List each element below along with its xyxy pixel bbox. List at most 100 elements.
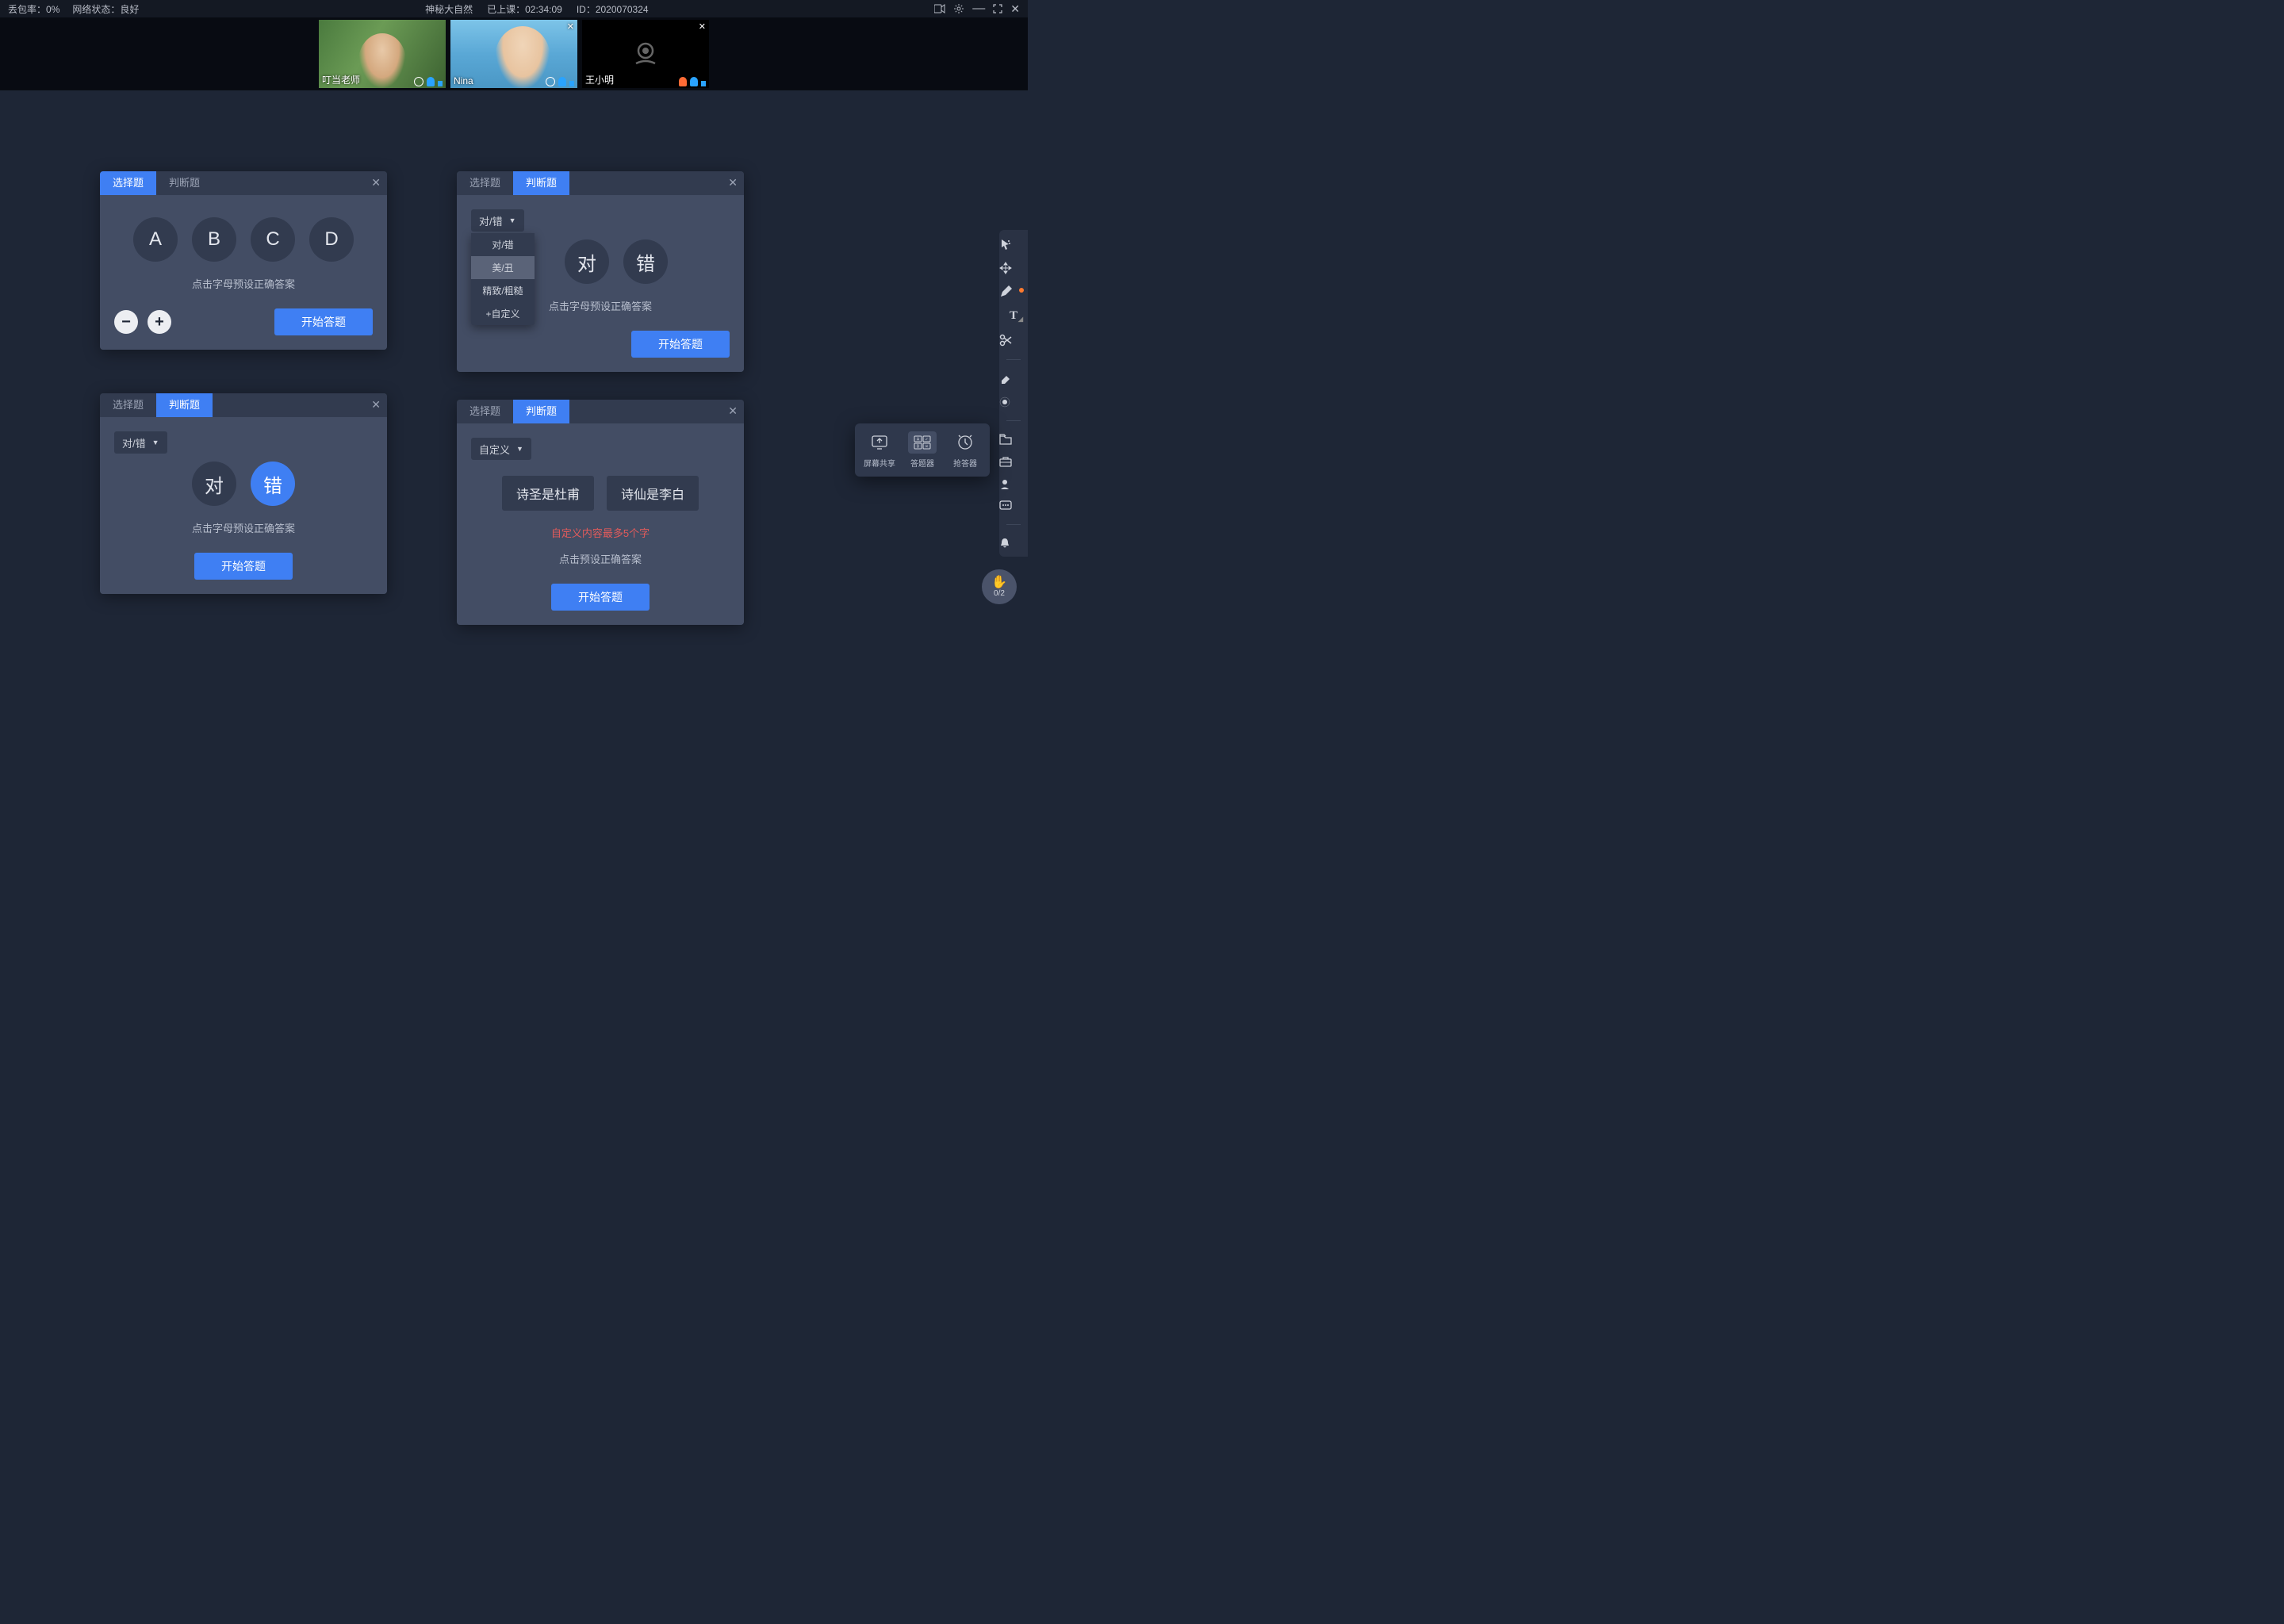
dropdown-item[interactable]: 精致/粗糙 <box>471 279 535 302</box>
maximize-icon[interactable] <box>993 4 1002 13</box>
elapsed-time: 已上课：02:34:09 <box>487 2 562 16</box>
text-tool-icon[interactable]: T◢ <box>999 309 1028 323</box>
card-close-icon[interactable]: ✕ <box>371 176 381 190</box>
class-title: 神秘大自然 <box>425 2 473 16</box>
user-tool-icon[interactable] <box>999 478 1028 489</box>
option-a[interactable]: A <box>133 217 178 262</box>
bell-tool-icon[interactable] <box>999 538 1028 549</box>
toolbar-separator <box>1006 359 1021 360</box>
quiz-card-judge-dropdown: 选择题 判断题 ✕ 对/错 ▼ 对/错 美/丑 精致/粗糙 +自定义 对 错 点… <box>457 171 744 372</box>
video-strip: 叮当老师 ✕ Nina ✕ 王小明 <box>0 17 1028 90</box>
workspace: 选择题 判断题 ✕ A B C D 点击字母预设正确答案 − + 开始答题 选择… <box>0 90 1028 730</box>
custom-option[interactable]: 诗圣是杜甫 <box>502 476 594 511</box>
quiz-tool-label: 答题器 <box>906 457 939 469</box>
status-ring-icon <box>546 77 555 86</box>
dropdown-item[interactable]: 美/丑 <box>471 256 535 279</box>
participant-tile[interactable]: ✕ Nina <box>450 20 577 88</box>
quiz-tool-button[interactable]: A✓B✕ 答题器 <box>906 431 939 469</box>
svg-text:✓: ✓ <box>925 438 928 442</box>
select-value: 自定义 <box>479 442 510 457</box>
camera-off-icon <box>630 38 661 70</box>
card-close-icon[interactable]: ✕ <box>728 404 738 418</box>
tab-judge[interactable]: 判断题 <box>513 171 569 195</box>
dropdown-item[interactable]: +自定义 <box>471 302 535 325</box>
option-c[interactable]: C <box>251 217 295 262</box>
card-close-icon[interactable]: ✕ <box>371 398 381 412</box>
buzzer-button[interactable]: 抢答器 <box>948 431 982 469</box>
hand-count: 0/2 <box>994 589 1005 598</box>
mic-icon[interactable] <box>690 77 698 86</box>
participant-tile[interactable]: 叮当老师 <box>319 20 446 88</box>
tab-choice[interactable]: 选择题 <box>457 400 513 423</box>
tab-choice[interactable]: 选择题 <box>457 171 513 195</box>
quiz-card-judge-selected: 选择题 判断题 ✕ 对/错 ▼ 对 错 点击字母预设正确答案 开始答题 <box>100 393 387 594</box>
start-button[interactable]: 开始答题 <box>194 553 293 580</box>
network-status: 网络状态：良好 <box>72 2 139 16</box>
start-button[interactable]: 开始答题 <box>631 331 730 358</box>
select-value: 对/错 <box>122 435 146 450</box>
tab-judge[interactable]: 判断题 <box>156 393 213 417</box>
settings-icon[interactable] <box>953 3 964 14</box>
option-true[interactable]: 对 <box>192 462 236 506</box>
start-button[interactable]: 开始答题 <box>551 584 650 611</box>
start-button[interactable]: 开始答题 <box>274 308 373 335</box>
chat-tool-icon[interactable] <box>999 500 1028 511</box>
tab-choice[interactable]: 选择题 <box>100 393 156 417</box>
scissors-tool-icon[interactable] <box>999 334 1028 347</box>
close-icon[interactable]: ✕ <box>1010 2 1020 16</box>
tile-close-icon[interactable]: ✕ <box>699 21 706 32</box>
custom-option[interactable]: 诗仙是李白 <box>607 476 699 511</box>
toolbox-tool-icon[interactable] <box>999 456 1028 467</box>
participant-name: 王小明 <box>585 73 614 86</box>
topbar: 丢包率：0% 网络状态：良好 神秘大自然 已上课：02:34:09 ID：202… <box>0 0 1028 17</box>
volume-icon <box>438 77 443 86</box>
caret-down-icon: ▼ <box>509 216 516 224</box>
tab-choice[interactable]: 选择题 <box>100 171 156 195</box>
toolbar-separator <box>1006 420 1021 421</box>
screen-share-button[interactable]: 屏幕共享 <box>863 431 896 469</box>
add-option-button[interactable]: + <box>148 310 171 334</box>
quiz-card-custom: 选择题 判断题 ✕ 自定义 ▼ 诗圣是杜甫 诗仙是李白 自定义内容最多5个字 点… <box>457 400 744 625</box>
option-d[interactable]: D <box>309 217 354 262</box>
hint-text: 点击预设正确答案 <box>471 551 730 566</box>
mic-icon[interactable] <box>558 77 566 86</box>
judge-type-dropdown: 对/错 美/丑 精致/粗糙 +自定义 <box>471 233 535 325</box>
participant-name: Nina <box>454 75 473 86</box>
volume-icon <box>569 77 574 86</box>
svg-text:✕: ✕ <box>925 445 928 450</box>
move-tool-icon[interactable] <box>999 262 1028 274</box>
minimize-icon[interactable]: — <box>972 2 985 16</box>
toolbar-separator <box>1006 524 1021 525</box>
option-false[interactable]: 错 <box>623 239 668 284</box>
hint-text: 点击字母预设正确答案 <box>114 276 373 291</box>
laser-tool-icon[interactable] <box>999 396 1028 408</box>
tab-judge[interactable]: 判断题 <box>156 171 213 195</box>
dropdown-item[interactable]: 对/错 <box>471 233 535 256</box>
screen-share-label: 屏幕共享 <box>863 457 896 469</box>
option-false[interactable]: 错 <box>251 462 295 506</box>
pen-tool-icon[interactable] <box>999 285 1028 298</box>
status-ring-icon <box>414 77 423 86</box>
option-b[interactable]: B <box>192 217 236 262</box>
camera-icon[interactable] <box>934 4 945 13</box>
tile-close-icon[interactable]: ✕ <box>567 21 574 32</box>
custom-warning: 自定义内容最多5个字 <box>471 525 730 540</box>
remove-option-button[interactable]: − <box>114 310 138 334</box>
option-true[interactable]: 对 <box>565 239 609 284</box>
participant-tile[interactable]: ✕ 王小明 <box>582 20 709 88</box>
judge-type-select[interactable]: 自定义 ▼ <box>471 438 531 460</box>
volume-icon <box>701 77 706 86</box>
card-close-icon[interactable]: ✕ <box>728 176 738 190</box>
tab-judge[interactable]: 判断题 <box>513 400 569 423</box>
judge-type-select[interactable]: 对/错 ▼ <box>114 431 167 454</box>
select-value: 对/错 <box>479 213 503 228</box>
mic-icon[interactable] <box>427 77 435 86</box>
judge-type-select[interactable]: 对/错 ▼ 对/错 美/丑 精致/粗糙 +自定义 <box>471 209 524 232</box>
right-toolbar: T◢ <box>999 230 1028 557</box>
mic-muted-icon[interactable] <box>679 77 687 86</box>
eraser-tool-icon[interactable] <box>999 373 1028 385</box>
pointer-tool-icon[interactable] <box>999 238 1028 251</box>
hand-icon: ✋ <box>991 576 1007 589</box>
hand-raise-button[interactable]: ✋ 0/2 <box>982 569 1017 604</box>
folder-tool-icon[interactable] <box>999 434 1028 445</box>
